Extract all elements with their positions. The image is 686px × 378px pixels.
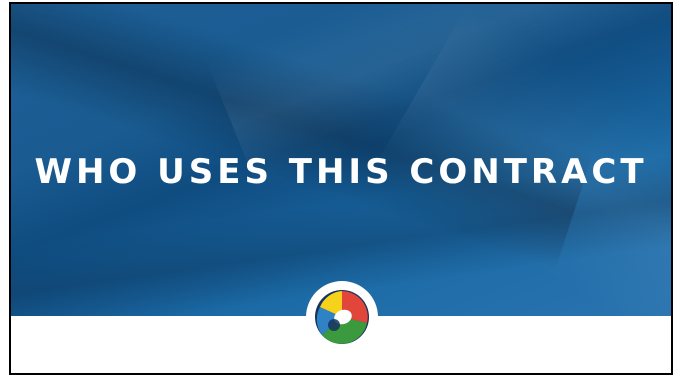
logo-badge (306, 281, 378, 353)
slide-frame: WHO USES THIS CONTRACT (9, 2, 673, 375)
background-streak (11, 4, 593, 270)
circular-color-segments-logo-icon (315, 290, 369, 344)
slide-title: WHO USES THIS CONTRACT (34, 152, 648, 192)
hero-banner: WHO USES THIS CONTRACT (11, 4, 671, 316)
